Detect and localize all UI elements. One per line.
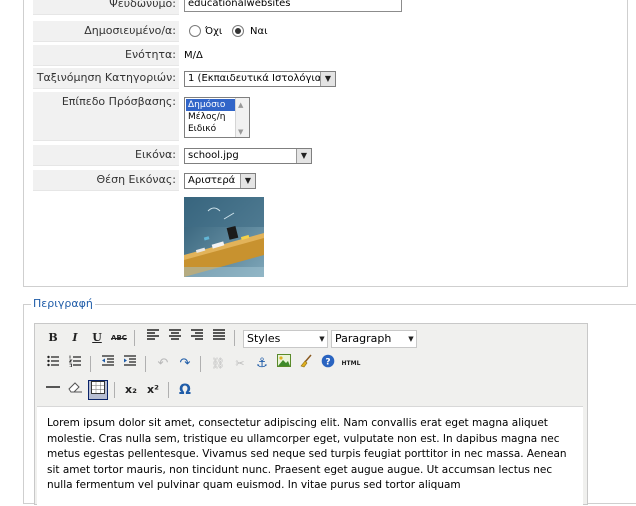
align-right-button[interactable]	[187, 328, 207, 348]
unlink-icon: ✂	[235, 357, 245, 370]
undo-icon: ↶	[157, 356, 169, 371]
format-select[interactable]: Paragraph ▼	[331, 330, 417, 348]
indent-icon	[124, 355, 136, 366]
align-justify-button[interactable]	[209, 328, 229, 348]
remove-format-button[interactable]	[65, 380, 85, 400]
published-yes-label: Ναι	[250, 26, 268, 37]
image-position-value: Αριστερά	[188, 175, 236, 186]
listbox-scrollbar[interactable]: ▲ ▼	[235, 98, 249, 137]
image-select-value: school.jpg	[188, 150, 239, 161]
toolbar-separator	[90, 356, 91, 372]
redo-button[interactable]: ↷	[175, 354, 195, 374]
italic-button[interactable]: I	[65, 328, 85, 348]
editor-content-text: Lorem ipsum dolor sit amet, consectetur …	[47, 417, 567, 491]
toolbar-separator	[168, 382, 169, 398]
access-listbox[interactable]: Δημόσιο Μέλος/η Ειδικό ▲ ▼	[184, 97, 250, 138]
section-label: Ενότητα:	[33, 45, 179, 66]
superscript-button[interactable]: x²	[143, 380, 163, 400]
align-right-icon	[191, 329, 203, 340]
category-label: Ταξινόμηση Κατηγοριών:	[33, 68, 179, 89]
image-preview	[184, 197, 264, 277]
svg-text:?: ?	[325, 358, 330, 368]
indent-button[interactable]	[120, 354, 140, 374]
special-character-button[interactable]: Ω	[175, 380, 195, 400]
insert-image-button[interactable]	[274, 354, 294, 374]
cleanup-button[interactable]	[296, 354, 316, 374]
alias-label: Ψευδώνυμο:	[33, 0, 179, 15]
styles-select-value: Styles	[247, 332, 281, 345]
image-select[interactable]: school.jpg ▼	[184, 148, 312, 164]
access-option-public[interactable]: Δημόσιο	[186, 99, 235, 111]
undo-button[interactable]: ↶	[153, 354, 173, 374]
details-fieldset	[23, 0, 628, 287]
chevron-down-icon: ▼	[296, 149, 311, 163]
help-button[interactable]: ?	[318, 354, 338, 374]
scroll-down-icon: ▼	[238, 128, 244, 136]
toolbar-separator	[145, 356, 146, 372]
description-legend: Περιγραφή	[31, 297, 95, 311]
table-grid-icon	[91, 381, 105, 394]
align-center-button[interactable]	[165, 328, 185, 348]
help-icon: ?	[321, 354, 335, 368]
numbered-list-icon	[68, 355, 81, 368]
redo-icon: ↷	[179, 356, 191, 371]
alias-input[interactable]: educationalwebsites	[184, 0, 402, 12]
align-left-icon	[147, 329, 159, 340]
image-position-label: Θέση Εικόνας:	[33, 170, 179, 191]
unlink-button[interactable]: ✂	[230, 354, 250, 374]
align-center-icon	[169, 329, 181, 340]
category-select[interactable]: 1 (Εκπαιδευτικά Ιστολόγια) ▼	[184, 71, 336, 87]
underline-button[interactable]: U	[87, 328, 107, 348]
published-no-radio[interactable]	[189, 25, 201, 37]
image-position-select[interactable]: Αριστερά ▼	[184, 173, 256, 189]
anchor-icon: ⚓	[256, 356, 268, 371]
chevron-down-icon: ▼	[240, 174, 255, 188]
toolbar-row-2: ↶ ↷ ⛓ ✂ ⚓ ? HTML	[35, 352, 585, 376]
align-justify-icon	[213, 329, 225, 340]
visual-aid-button[interactable]	[88, 380, 108, 400]
alias-input-value: educationalwebsites	[188, 0, 291, 9]
anchor-button[interactable]: ⚓	[252, 354, 272, 374]
link-button[interactable]: ⛓	[208, 354, 228, 374]
numbered-list-button[interactable]	[65, 354, 85, 374]
outdent-button[interactable]	[98, 354, 118, 374]
published-yes-radio[interactable]	[232, 25, 244, 37]
broom-icon	[300, 354, 312, 368]
published-no-label: Όχι	[205, 26, 223, 37]
subscript-button[interactable]: x₂	[121, 380, 141, 400]
bold-button[interactable]: B	[43, 328, 63, 348]
image-icon	[277, 354, 291, 367]
strikethrough-button[interactable]: ABC	[109, 328, 129, 348]
toolbar-separator	[114, 382, 115, 398]
bullet-list-icon	[47, 355, 59, 367]
access-label: Επίπεδο Πρόσβασης:	[33, 92, 179, 141]
horizontal-rule-icon	[46, 386, 60, 388]
toolbar-separator	[134, 330, 135, 346]
chevron-down-icon: ▼	[320, 72, 335, 86]
eraser-icon	[68, 382, 82, 393]
chevron-down-icon: ▼	[406, 331, 416, 347]
rich-text-editor: B I U ABC Styles ▼ Paragraph ▼ ↶ ↷ ⛓ ✂ ⚓…	[34, 323, 588, 506]
bullet-list-button[interactable]	[43, 354, 63, 374]
scroll-up-icon: ▲	[238, 101, 244, 109]
section-value: Μ/Δ	[184, 50, 203, 61]
toolbar-row-3: x₂ x² Ω	[35, 378, 585, 402]
format-select-value: Paragraph	[335, 332, 392, 345]
image-label: Εικόνα:	[33, 145, 179, 166]
editor-content[interactable]: Lorem ipsum dolor sit amet, consectetur …	[37, 406, 583, 506]
toolbar-row-1: B I U ABC Styles ▼ Paragraph ▼	[35, 326, 585, 350]
outdent-icon	[102, 355, 114, 366]
chevron-down-icon: ▼	[317, 331, 327, 347]
align-left-button[interactable]	[143, 328, 163, 348]
published-label: Δημοσιευμένο/α:	[33, 21, 179, 42]
styles-select[interactable]: Styles ▼	[243, 330, 328, 348]
category-select-value: 1 (Εκπαιδευτικά Ιστολόγια)	[188, 73, 326, 84]
html-source-button[interactable]: HTML	[340, 354, 362, 374]
horizontal-rule-button[interactable]	[43, 380, 63, 400]
link-icon: ⛓	[211, 357, 225, 370]
toolbar-separator	[200, 356, 201, 372]
toolbar-separator	[234, 330, 235, 346]
